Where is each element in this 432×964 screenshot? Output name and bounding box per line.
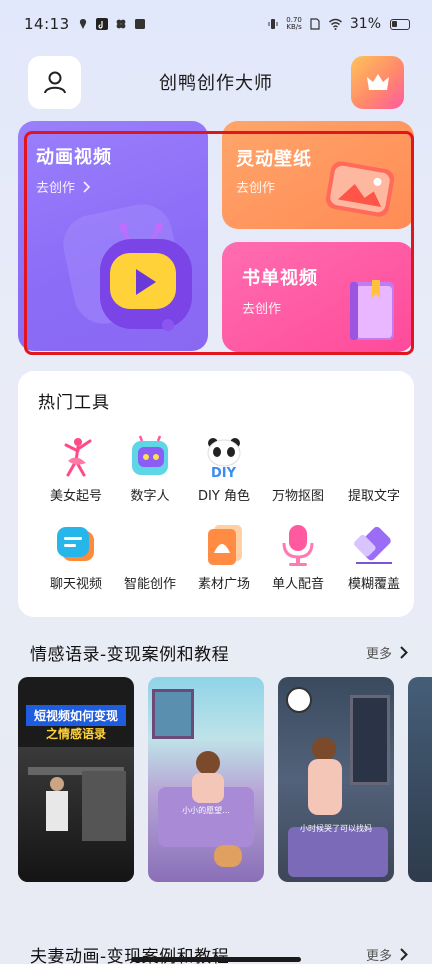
chevron-right-icon bbox=[400, 646, 408, 659]
network-speed: 0.70 KB/s bbox=[286, 16, 302, 31]
tv-mascot-icon bbox=[63, 204, 192, 331]
wifi-icon bbox=[328, 18, 342, 30]
emotion-more-link[interactable]: 更多 bbox=[366, 643, 408, 662]
dog-icon bbox=[214, 845, 242, 867]
status-bar: 14:13 0.70 KB/s 31% bbox=[0, 0, 432, 48]
video-thumbnail[interactable]: 短视频如何变现 之情感语录 bbox=[18, 677, 134, 882]
app-header: 创鸭创作大师 bbox=[28, 55, 404, 109]
dynamic-wallpaper-link[interactable]: 去创作 bbox=[236, 177, 275, 196]
home-indicator[interactable] bbox=[131, 957, 301, 962]
book-list-video-title: 书单视频 bbox=[242, 268, 318, 289]
vip-button[interactable] bbox=[351, 55, 404, 109]
tool-smart-create[interactable]: 智能创作 bbox=[114, 523, 186, 592]
microphone-icon bbox=[282, 525, 314, 566]
tool-solo-dubbing[interactable]: 单人配音 bbox=[262, 523, 334, 592]
eraser-icon bbox=[354, 526, 392, 564]
video-thumbnail[interactable] bbox=[408, 677, 432, 882]
hot-tools-panel: 热门工具 美女起号 数字人 DIY DIY 角色 万物抠图 提取文字 聊天视频 … bbox=[18, 371, 414, 617]
dynamic-wallpaper-card[interactable]: 灵动壁纸 去创作 bbox=[222, 121, 414, 229]
tool-cutout[interactable]: 万物抠图 bbox=[262, 435, 334, 504]
cutout-icon bbox=[276, 435, 320, 479]
animation-video-card[interactable]: 动画视频 去创作 bbox=[18, 121, 208, 351]
tool-beauty-account[interactable]: 美女起号 bbox=[40, 435, 112, 504]
user-icon bbox=[43, 71, 66, 94]
app-screen: 14:13 0.70 KB/s 31% 创鸭创作大师 动画视频 去创作 灵动壁纸… bbox=[0, 0, 432, 964]
chevron-right-icon bbox=[83, 180, 91, 193]
tool-digital-human[interactable]: 数字人 bbox=[114, 435, 186, 504]
book-icon bbox=[350, 280, 394, 340]
crown-icon bbox=[366, 74, 389, 90]
thumbnail-image bbox=[18, 747, 134, 882]
emotion-section-title: 情感语录-变现案例和教程 bbox=[30, 645, 230, 665]
tool-extract-text[interactable]: 提取文字 bbox=[338, 435, 410, 504]
status-time: 14:13 bbox=[24, 15, 70, 33]
ai-create-icon bbox=[128, 523, 172, 567]
vibrate-icon bbox=[268, 19, 278, 29]
text-extract-icon bbox=[352, 435, 396, 479]
battery-icon bbox=[390, 18, 410, 30]
sim-icon bbox=[310, 18, 320, 30]
app-notify-icon bbox=[134, 19, 145, 29]
chevron-right-icon bbox=[400, 948, 408, 961]
clock-icon bbox=[286, 687, 312, 713]
dynamic-wallpaper-title: 灵动壁纸 bbox=[236, 149, 312, 170]
animation-video-link[interactable]: 去创作 bbox=[36, 177, 91, 196]
battery-percent: 31% bbox=[349, 16, 381, 32]
app-title: 创鸭创作大师 bbox=[159, 73, 273, 94]
svg-text:DIY: DIY bbox=[211, 466, 237, 479]
profile-button[interactable] bbox=[28, 55, 81, 109]
hot-tools-title: 热门工具 bbox=[38, 393, 110, 413]
robot-icon bbox=[132, 435, 168, 475]
dancer-icon bbox=[64, 438, 92, 477]
chat-icon bbox=[57, 527, 94, 561]
picture-icon bbox=[325, 161, 395, 217]
video-thumbnail[interactable]: 小时候哭了可以找妈 bbox=[278, 677, 394, 882]
panda-icon: DIY bbox=[207, 438, 241, 479]
clover-icon bbox=[116, 19, 126, 29]
tool-chat-video[interactable]: 聊天视频 bbox=[40, 523, 112, 592]
location-icon bbox=[79, 19, 86, 29]
tiktok-icon bbox=[95, 18, 108, 30]
video-thumbnail[interactable]: 小小的愿望... bbox=[148, 677, 264, 882]
animation-video-title: 动画视频 bbox=[36, 147, 112, 168]
tool-material-plaza[interactable]: 素材广场 bbox=[188, 523, 260, 592]
material-icon bbox=[208, 525, 242, 565]
book-list-video-link[interactable]: 去创作 bbox=[242, 298, 281, 317]
couple-more-link[interactable]: 更多 bbox=[366, 945, 408, 964]
tool-blur-cover[interactable]: 模糊覆盖 bbox=[338, 523, 410, 592]
book-list-video-card[interactable]: 书单视频 去创作 bbox=[222, 242, 414, 352]
emotion-section-header: 情感语录-变现案例和教程 更多 bbox=[30, 640, 408, 665]
tool-diy-character[interactable]: DIY DIY 角色 bbox=[188, 435, 260, 504]
